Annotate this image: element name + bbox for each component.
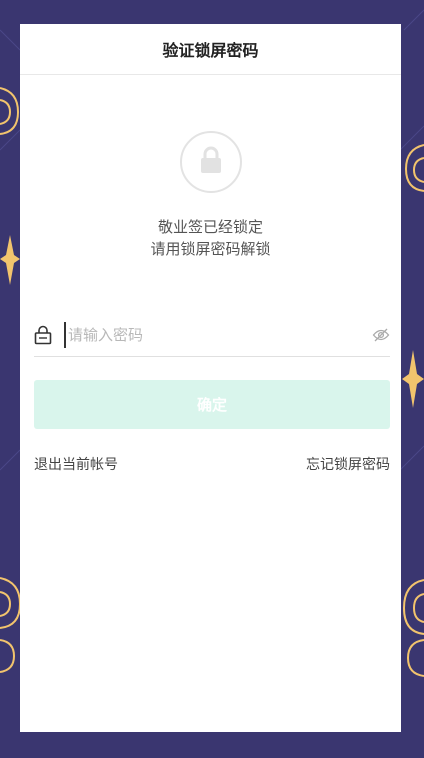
lock-screen-card: 验证锁屏密码 敬业签已经锁定 请用锁屏密码解锁 确定 退出当前帐号 忘记锁屏密码 [20,24,401,732]
notice-line-2: 请用锁屏密码解锁 [150,240,271,258]
password-row [34,314,390,357]
page-title: 验证锁屏密码 [162,41,259,60]
notice-line-1: 敬业签已经锁定 [157,218,263,236]
lock-badge [180,131,242,193]
lock-notice: 敬业签已经锁定 请用锁屏密码解锁 [20,216,401,260]
lock-icon [198,145,224,179]
header: 验证锁屏密码 [20,24,401,75]
confirm-button[interactable]: 确定 [34,380,390,429]
forgot-password-link[interactable]: 忘记锁屏密码 [306,454,390,474]
eye-off-icon[interactable] [372,326,390,344]
logout-link[interactable]: 退出当前帐号 [34,454,118,474]
lock-icon [34,325,52,345]
password-input[interactable] [64,322,372,348]
footer-links: 退出当前帐号 忘记锁屏密码 [34,454,390,474]
